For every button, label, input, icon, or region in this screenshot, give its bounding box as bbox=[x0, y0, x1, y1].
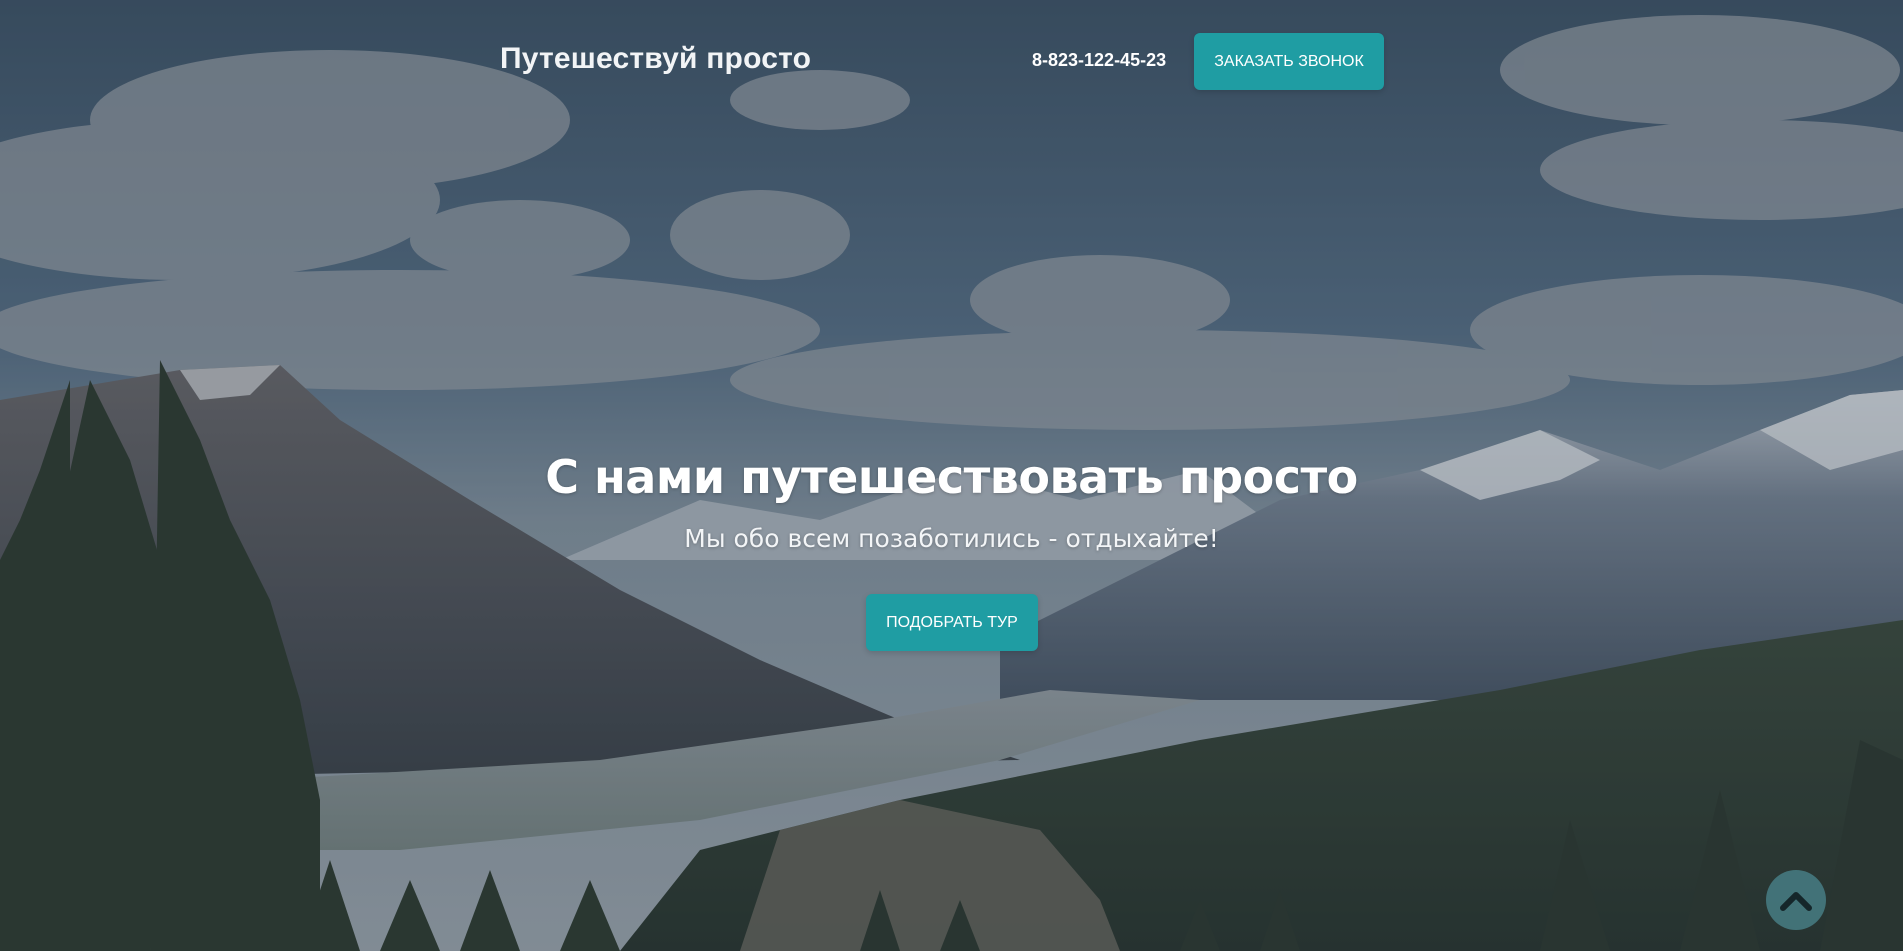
find-tour-button[interactable]: ПОДОБРАТЬ ТУР bbox=[866, 594, 1038, 651]
site-logo[interactable]: Путешествуй просто bbox=[500, 42, 811, 76]
hero-content: С нами путешествовать просто Мы обо всем… bbox=[0, 450, 1903, 553]
site-header: Путешествуй просто 8-823-122-45-23 ЗАКАЗ… bbox=[0, 0, 1903, 120]
phone-number[interactable]: 8-823-122-45-23 bbox=[1032, 50, 1166, 71]
chevron-up-icon bbox=[1780, 892, 1812, 911]
scroll-to-top-button[interactable] bbox=[1766, 870, 1826, 930]
hero-subtitle: Мы обо всем позаботились - отдыхайте! bbox=[684, 524, 1219, 553]
hero-title: С нами путешествовать просто bbox=[545, 450, 1358, 504]
request-call-button[interactable]: ЗАКАЗАТЬ ЗВОНОК bbox=[1194, 33, 1384, 90]
